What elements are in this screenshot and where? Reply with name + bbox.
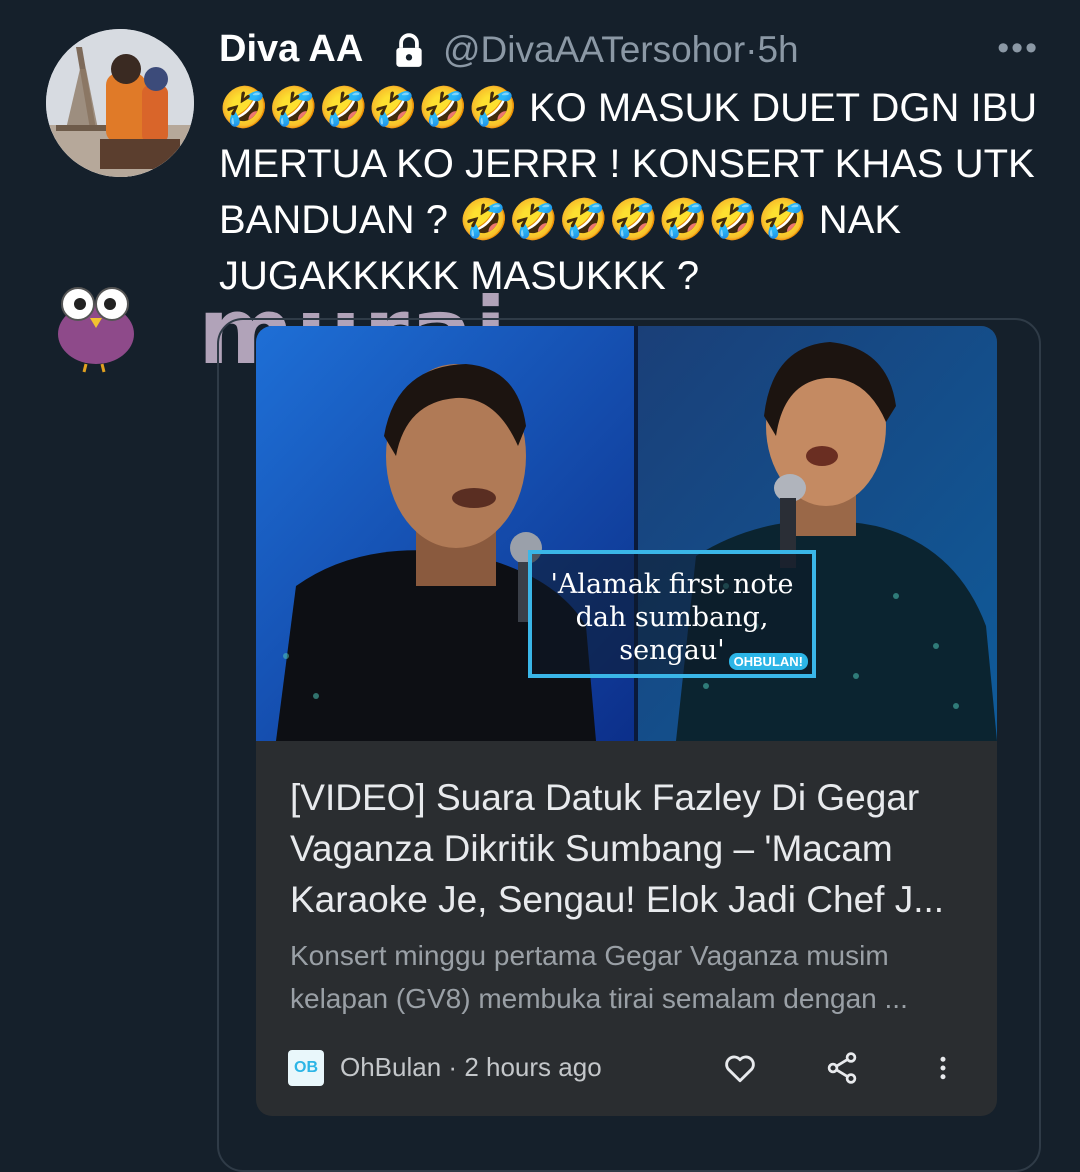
avatar[interactable] [46,29,194,177]
tweet-text: 🤣🤣🤣🤣🤣🤣 KO MASUK DUET DGN IBU MERTUA KO J… [219,86,1049,298]
handle[interactable]: @DivaAATersohor [443,29,745,70]
thumbnail-source-logo: OHBULAN! [728,653,808,670]
timestamp[interactable]: 5h [757,29,798,70]
thumbnail-caption-box: 'Alamak first note dah sumbang, sengau' … [528,550,816,678]
heart-icon[interactable] [722,1050,758,1086]
article-summary: Konsert minggu pertama Gegar Vaganza mus… [290,940,908,1014]
separator: · [745,29,758,70]
source-logo: OB [288,1050,324,1086]
tweet-header: Diva AA @DivaAATersohor·5h ••• [219,28,1039,72]
source-name[interactable]: OhBulan [340,1052,441,1082]
lock-icon [390,32,428,70]
display-name[interactable]: Diva AA [219,28,363,71]
link-preview-card[interactable]: 'Alamak first note dah sumbang, sengau' … [256,326,997,1116]
kebab-icon[interactable] [928,1050,958,1086]
article-age: 2 hours ago [464,1052,602,1082]
source-separator: · [448,1052,458,1082]
share-icon[interactable] [824,1050,860,1086]
article-headline[interactable]: [VIDEO] Suara Datuk Fazley Di Gegar Vaga… [290,772,970,925]
more-icon[interactable]: ••• [997,31,1039,65]
source-line: OhBulan · 2 hours ago [340,1052,602,1083]
owl-logo [58,287,134,373]
handle-and-time[interactable]: @DivaAATersohor·5h [443,29,799,71]
article-thumbnail[interactable]: 'Alamak first note dah sumbang, sengau' … [256,326,997,741]
